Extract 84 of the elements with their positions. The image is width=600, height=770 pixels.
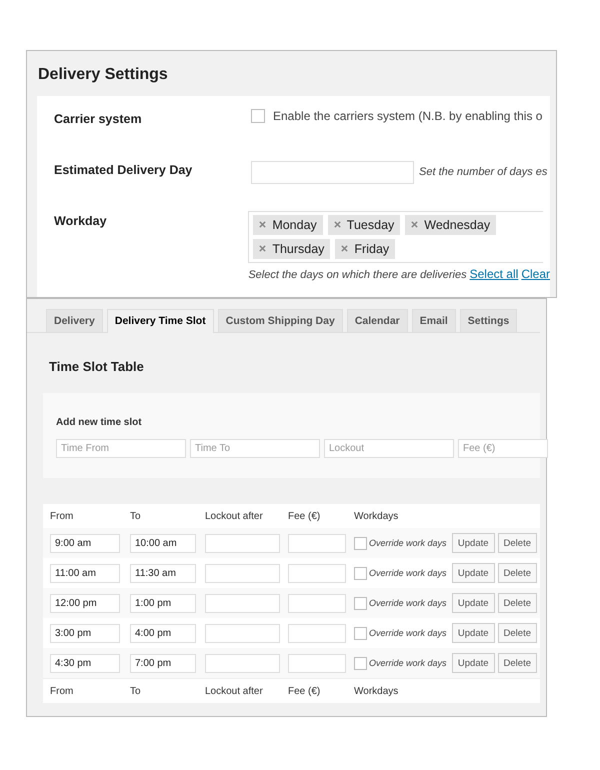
column-footer: Lockout after — [205, 686, 288, 696]
column-footer: To — [130, 686, 205, 696]
checkbox-label: Override work days — [369, 598, 447, 608]
field-label: Workday — [53, 213, 108, 230]
input-field[interactable] — [288, 594, 346, 612]
field-label: Estimated Delivery Day — [53, 162, 194, 179]
row-button[interactable]: Delete — [498, 593, 537, 613]
tag-chip[interactable]: Wednesday — [405, 215, 496, 235]
tag-chip[interactable]: Monday — [253, 215, 323, 235]
column-header: Workdays — [354, 510, 398, 522]
form-title: Add new time slot — [56, 417, 143, 428]
row-button[interactable]: Update — [452, 563, 495, 583]
input-field[interactable] — [205, 564, 280, 582]
remove-icon[interactable] — [411, 221, 418, 228]
input-field[interactable] — [251, 160, 414, 184]
input-field[interactable] — [288, 534, 346, 552]
remove-icon[interactable] — [341, 245, 348, 252]
column-header: To — [130, 510, 142, 522]
input-field[interactable] — [205, 534, 280, 552]
row-button[interactable]: Delete — [498, 653, 537, 673]
remove-icon[interactable] — [334, 221, 341, 228]
tab[interactable]: Email — [412, 309, 456, 332]
row-button[interactable]: Update — [452, 653, 495, 673]
input-field[interactable]: 11:30 am — [130, 564, 196, 582]
column-header: Lockout after — [205, 510, 264, 522]
tab[interactable]: Custom Shipping Day — [218, 309, 343, 332]
input-field[interactable] — [205, 624, 280, 642]
row-button[interactable]: Update — [452, 533, 495, 553]
checkbox[interactable] — [251, 109, 265, 123]
input-field[interactable] — [288, 624, 346, 642]
input-field[interactable]: 1:00 pm — [130, 594, 196, 612]
input-field[interactable]: 9:00 am — [50, 534, 120, 552]
row-button[interactable]: Update — [452, 593, 495, 613]
checkbox-label: Override work days — [369, 538, 447, 548]
tab[interactable]: Calendar — [346, 309, 408, 332]
input-field[interactable]: 4:00 pm — [130, 624, 196, 642]
tab[interactable]: Settings — [460, 309, 518, 332]
checkbox-label: Override work days — [369, 568, 447, 578]
input-field[interactable] — [288, 654, 346, 672]
input-field[interactable] — [288, 564, 346, 582]
remove-icon[interactable] — [259, 245, 266, 252]
input-field[interactable] — [205, 594, 280, 612]
tab[interactable]: Delivery Time Slot — [106, 309, 214, 333]
input-field[interactable]: 3:00 pm — [50, 624, 120, 642]
column-footer: Fee (€) — [288, 686, 354, 696]
input-field[interactable]: Lockout — [324, 439, 454, 458]
remove-icon[interactable] — [259, 221, 266, 228]
tab[interactable]: Delivery — [46, 309, 103, 332]
column-header: Fee (€) — [288, 510, 322, 522]
checkbox-label: Override work days — [369, 658, 447, 668]
checkbox[interactable] — [354, 656, 367, 670]
input-field[interactable]: 4:30 pm — [50, 654, 120, 672]
column-footer: Workdays — [354, 686, 398, 696]
column-header: From — [50, 510, 74, 522]
checkbox[interactable] — [354, 626, 367, 640]
tag-chip[interactable]: Friday — [335, 239, 396, 259]
tag-chip[interactable]: Thursday — [253, 239, 330, 259]
input-field[interactable] — [205, 654, 280, 672]
tag-chip[interactable]: Tuesday — [328, 215, 400, 235]
input-field[interactable]: 7:00 pm — [130, 654, 196, 672]
link[interactable]: Select all — [470, 267, 518, 281]
row-button[interactable]: Update — [452, 623, 495, 643]
row-button[interactable]: Delete — [498, 533, 537, 553]
multi-select-field[interactable]: Monday Tuesday Wednesday Thursday Friday — [248, 211, 544, 263]
field-label: Carrier system — [53, 111, 143, 128]
input-field[interactable]: Time To — [190, 439, 320, 458]
row-button[interactable]: Delete — [498, 623, 537, 643]
checkbox-label: Enable the carriers system (N.B. by enabling this o — [273, 109, 542, 123]
input-field[interactable]: 10:00 am — [130, 534, 196, 552]
help-text: Set the number of days es — [419, 166, 548, 178]
help-text: Select the days on which there are deliveries — [248, 269, 467, 281]
input-field[interactable]: Fee (€) — [458, 439, 548, 458]
checkbox[interactable] — [354, 596, 367, 610]
input-field[interactable]: Time From — [56, 439, 186, 458]
input-field[interactable]: 12:00 pm — [50, 594, 120, 612]
section-heading: Time Slot Table — [48, 358, 145, 376]
input-field[interactable]: 11:00 am — [50, 564, 120, 582]
link[interactable]: Clear — [521, 267, 550, 281]
column-footer: From — [50, 686, 130, 696]
panel-title: Delivery Settings — [37, 65, 169, 85]
checkbox[interactable] — [354, 566, 367, 580]
row-button[interactable]: Delete — [498, 563, 537, 583]
checkbox-label: Override work days — [369, 628, 447, 638]
checkbox[interactable] — [354, 536, 367, 550]
